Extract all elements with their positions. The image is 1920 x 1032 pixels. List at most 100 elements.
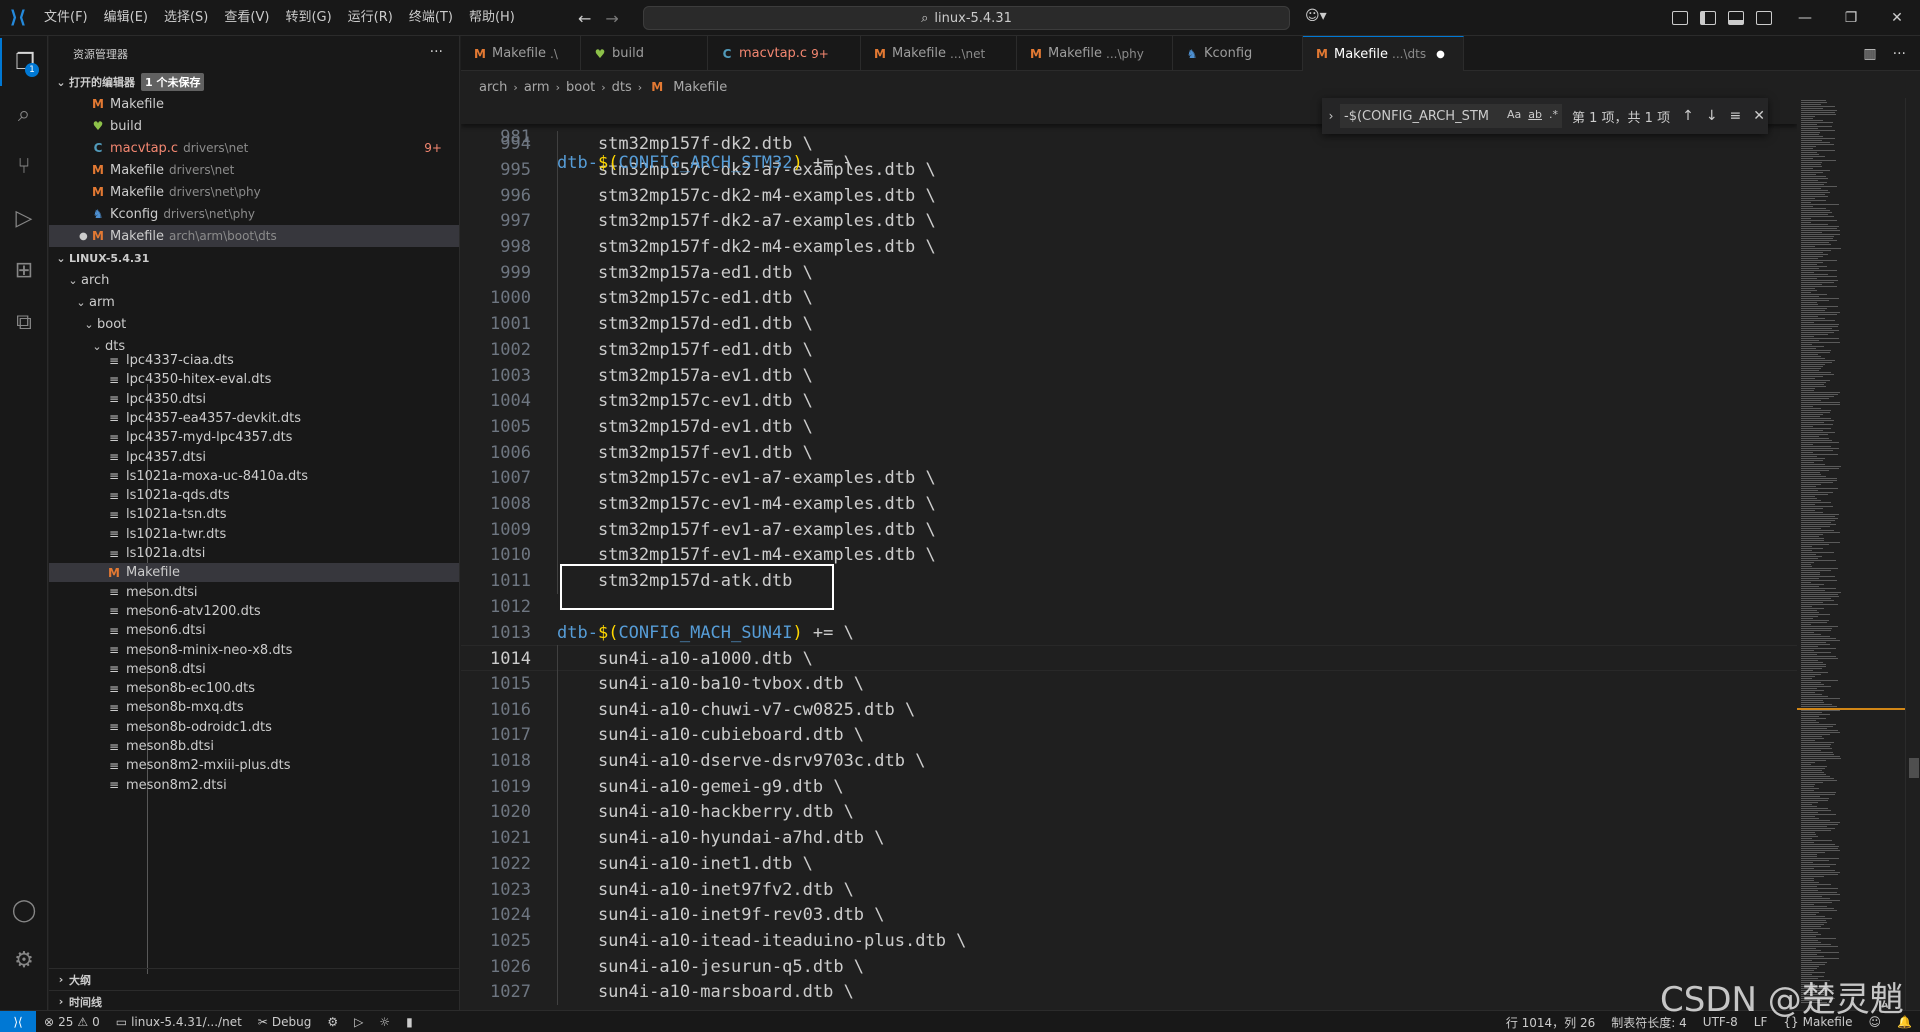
file-item[interactable]: ≡ meson8m2-mxiii-plus.dts [49,756,459,775]
copilot-icon[interactable]: ☺▾ [1305,8,1327,24]
open-editor-item[interactable]: M Makefile drivers\net [49,159,459,181]
toggle-panel-icon[interactable] [1728,11,1744,25]
run-icon[interactable]: ▷ [346,1015,371,1029]
minimize-icon[interactable]: — [1782,0,1828,36]
tab-makefile-dts[interactable]: M Makefile ...\dts ● [1303,36,1464,71]
code-line[interactable]: 1007 stm32mp157c-ev1-a7-examples.dtb \ [461,465,1797,491]
file-item[interactable]: ≡ meson8b-odroidc1.dts [49,718,459,737]
find-input[interactable]: -$(CONFIG_ARCH_STM Aa ab .* [1340,104,1562,128]
code-line[interactable]: 1025 sun4i-a10-itead-iteaduino-plus.dtb … [461,928,1797,954]
tab-kconfig[interactable]: ♞ Kconfig [1173,36,1303,71]
forward-arrow-icon[interactable]: → [605,9,618,28]
code-line[interactable]: 1013 dtb-$(CONFIG_MACH_SUN4I) += \ [461,620,1797,646]
code-line[interactable]: 1006 stm32mp157f-ev1.dtb \ [461,440,1797,466]
regex-toggle[interactable]: .* [1549,108,1558,121]
settings-gear-icon[interactable]: ⚙ [0,936,48,984]
tab-makefile-phy[interactable]: M Makefile ...\phy [1017,36,1173,71]
vertical-scrollbar[interactable] [1905,98,1920,1010]
code-line[interactable]: 1017 sun4i-a10-cubieboard.dtb \ [461,722,1797,748]
source-control-icon[interactable]: ⑂ [0,142,48,190]
file-item[interactable]: ≡ meson6.dtsi [49,621,459,640]
breadcrumb-item[interactable]: Makefile [673,80,727,95]
code-line[interactable]: 1005 stm32mp157d-ev1.dtb \ [461,414,1797,440]
chevron-right-icon[interactable]: › [1322,109,1340,123]
code-line[interactable]: 1027 sun4i-a10-marsboard.dtb \ [461,979,1797,1005]
code-line[interactable]: 1022 sun4i-a10-inet1.dtb \ [461,851,1797,877]
problems-status[interactable]: ⊗ 25 ⚠ 0 [36,1015,108,1029]
close-window-icon[interactable]: ✕ [1874,0,1920,36]
back-arrow-icon[interactable]: ← [578,9,591,28]
code-line[interactable]: 1021 sun4i-a10-hyundai-a7hd.dtb \ [461,825,1797,851]
code-line[interactable]: 1023 sun4i-a10-inet97fv2.dtb \ [461,877,1797,903]
code-line[interactable]: 1020 sun4i-a10-hackberry.dtb \ [461,799,1797,825]
code-line[interactable]: 1008 stm32mp157c-ev1-m4-examples.dtb \ [461,491,1797,517]
file-item[interactable]: ≡ meson8b.dtsi [49,737,459,756]
code-line[interactable]: 1016 sun4i-a10-chuwi-v7-cw0825.dtb \ [461,697,1797,723]
next-match-icon[interactable]: ↓ [1706,108,1718,124]
file-item[interactable]: ≡ ls1021a-moxa-uc-8410a.dts [49,467,459,486]
code-line[interactable]: 1009 stm32mp157f-ev1-a7-examples.dtb \ [461,517,1797,543]
code-line[interactable]: 997 stm32mp157f-dk2-a7-examples.dtb \ [461,208,1797,234]
tab-macvtap[interactable]: C macvtap.c 9+ [708,36,861,71]
split-editor-icon[interactable]: ▥ [1863,46,1876,62]
extensions-icon[interactable]: ⊞ [0,246,48,294]
scrollbar-thumb[interactable] [1909,758,1919,778]
tab-makefile-net[interactable]: M Makefile ...\net [861,36,1017,71]
menu-selection[interactable]: 选择(S) [156,0,216,36]
debug-status[interactable]: ✂ Debug [250,1015,320,1029]
toggle-primary-sidebar-icon[interactable] [1700,11,1716,25]
cursor-position[interactable]: 行 1014，列 26 [1498,1014,1603,1031]
unsaved-dot-icon[interactable]: ● [1436,49,1445,60]
file-item[interactable]: ≡ lpc4350.dtsi [49,390,459,409]
customize-layout-icon[interactable] [1672,11,1688,25]
remote-indicator-icon[interactable]: ⟩⟨ [0,1010,36,1032]
file-item[interactable]: ≡ meson8-minix-neo-x8.dts [49,641,459,660]
previous-match-icon[interactable]: ↑ [1682,108,1694,124]
code-line[interactable]: 1015 sun4i-a10-ba10-tvbox.dtb \ [461,671,1797,697]
accounts-icon[interactable]: ◯ [0,886,48,934]
toggle-secondary-sidebar-icon[interactable] [1756,11,1772,25]
match-word-toggle[interactable]: ab [1528,108,1542,121]
folder-item[interactable]: ⌄ boot [49,313,459,335]
file-item[interactable]: ≡ lpc4357-ea4357-devkit.dts [49,409,459,428]
folder-item[interactable]: ⌄ arch [49,269,459,291]
file-item[interactable]: ≡ ls1021a-qds.dts [49,486,459,505]
open-editor-item[interactable]: M Makefile drivers\net\phy [49,181,459,203]
file-item[interactable]: ≡ ls1021a-tsn.dts [49,505,459,524]
open-editors-section[interactable]: ⌄ 打开的编辑器 1 个未保存 [49,71,459,93]
code-line[interactable]: 998 stm32mp157f-dk2-m4-examples.dtb \ [461,234,1797,260]
trash-icon[interactable]: ▮ [398,1015,421,1029]
file-item[interactable]: ≡ lpc4357.dtsi [49,448,459,467]
code-line[interactable]: 1004 stm32mp157c-ev1.dtb \ [461,388,1797,414]
tab-makefile-root[interactable]: M Makefile .\ [461,36,581,71]
file-item[interactable]: ≡ meson8.dtsi [49,660,459,679]
more-actions-icon[interactable]: ··· [430,44,443,60]
remote-explorer-icon[interactable]: ⧉ [0,298,48,346]
file-item[interactable]: ≡ meson.dtsi [49,583,459,602]
code-editor[interactable]: 981 dtb-$(CONFIG_ARCH_STM32) += \ 994 st… [461,98,1797,1010]
open-editor-item-active[interactable]: ● M Makefile arch\arm\boot\dts [49,225,459,247]
code-line[interactable]: 1018 sun4i-a10-dserve-dsrv9703c.dtb \ [461,748,1797,774]
tab-build[interactable]: ♥ build [581,36,708,71]
code-line[interactable]: 1000 stm32mp157c-ed1.dtb \ [461,285,1797,311]
timeline-section[interactable]: › 时间线 [49,990,459,1010]
code-line[interactable]: 1003 stm32mp157a-ev1.dtb \ [461,363,1797,389]
open-editor-item[interactable]: M Makefile [49,93,459,115]
open-editor-item[interactable]: C macvtap.c drivers\net 9+ [49,137,459,159]
code-line[interactable]: 1019 sun4i-a10-gemei-g9.dtb \ [461,774,1797,800]
code-line[interactable]: 996 stm32mp157c-dk2-m4-examples.dtb \ [461,183,1797,209]
match-case-toggle[interactable]: Aa [1507,108,1521,121]
file-item[interactable]: ≡ lpc4337-ciaa.dts [49,351,459,370]
folder-status[interactable]: ▭ linux-5.4.31/.../net [108,1015,250,1029]
file-item[interactable]: ≡ lpc4350-hitex-eval.dts [49,370,459,389]
code-line[interactable]: 999 stm32mp157a-ed1.dtb \ [461,260,1797,286]
code-line[interactable]: 1002 stm32mp157f-ed1.dtb \ [461,337,1797,363]
open-editor-item[interactable]: ♥ build [49,115,459,137]
code-line[interactable]: 1024 sun4i-a10-inet9f-rev03.dtb \ [461,902,1797,928]
menu-view[interactable]: 查看(V) [216,0,277,36]
menu-go[interactable]: 转到(G) [277,0,339,36]
more-actions-icon[interactable]: ··· [1893,46,1906,62]
menu-terminal[interactable]: 终端(T) [401,0,461,36]
explorer-icon[interactable]: ❐ 1 [0,38,48,86]
restore-icon[interactable]: ❐ [1828,0,1874,36]
